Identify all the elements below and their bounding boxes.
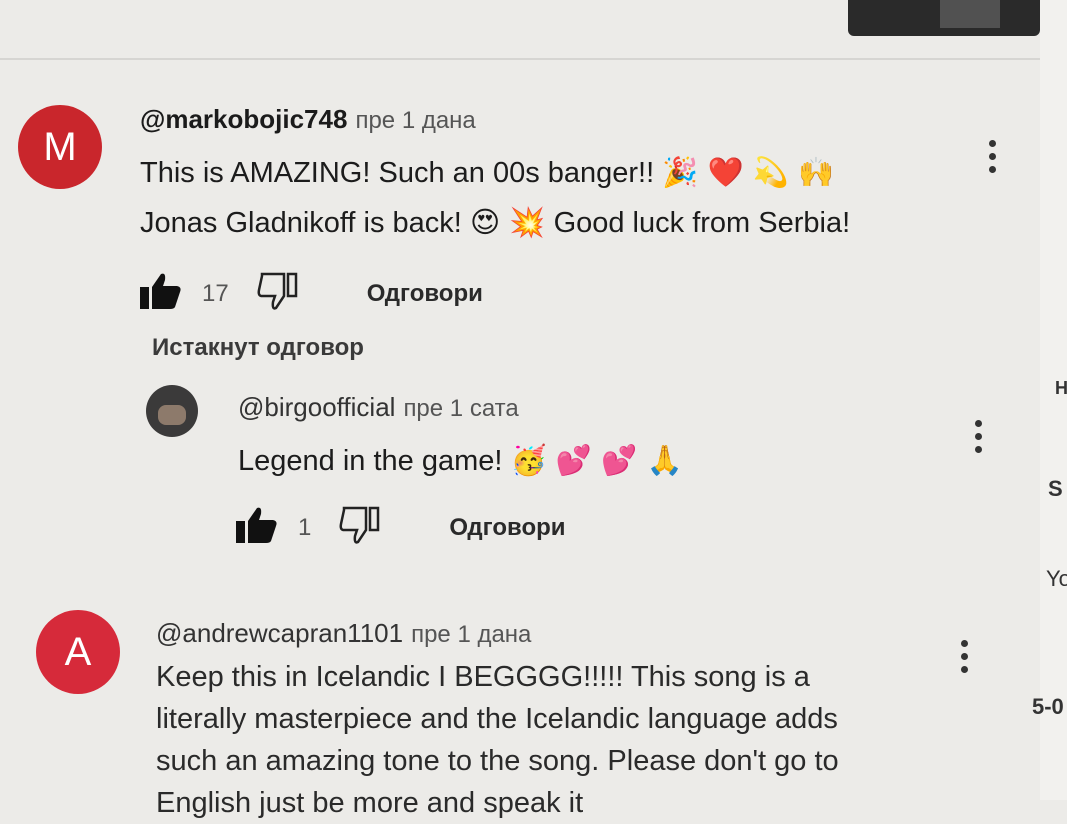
thumbs-up-icon[interactable] bbox=[236, 506, 278, 549]
comment-author[interactable]: @markobojic748 bbox=[140, 104, 347, 134]
sidebar-fragment: 5-0 bbox=[1032, 694, 1064, 719]
comment-header: @markobojic748 пре 1 дана bbox=[140, 104, 476, 135]
right-sidebar-edge bbox=[1040, 0, 1067, 800]
comment-author[interactable]: @andrewcapran1101 bbox=[156, 618, 403, 648]
avatar[interactable] bbox=[146, 385, 198, 437]
thumbs-up-icon[interactable] bbox=[140, 272, 182, 315]
like-count: 1 bbox=[298, 513, 312, 541]
more-vert-icon[interactable] bbox=[958, 640, 970, 673]
avatar[interactable]: M bbox=[18, 105, 102, 189]
more-vert-icon[interactable] bbox=[972, 420, 984, 453]
reply-button[interactable]: Одговори bbox=[449, 514, 565, 542]
reply-button[interactable]: Одговори bbox=[367, 280, 483, 308]
video-thumbnail[interactable] bbox=[848, 0, 1040, 36]
avatar-letter: M bbox=[43, 124, 77, 169]
comment-text-line: This is AMAZING! Such an 00s banger!! 🎉 … bbox=[140, 155, 835, 189]
comment-time[interactable]: пре 1 дана bbox=[355, 107, 475, 134]
thumbs-down-icon[interactable] bbox=[339, 506, 381, 549]
reply-text: Legend in the game! 🥳 💕 💕 🙏 bbox=[238, 443, 683, 477]
reply-time[interactable]: пре 1 сата bbox=[403, 395, 518, 422]
more-vert-icon[interactable] bbox=[986, 140, 998, 173]
divider bbox=[0, 58, 1067, 60]
comment-text-line: English just be more and speak it bbox=[156, 787, 584, 819]
comment-text-line: literally masterpiece and the Icelandic … bbox=[156, 703, 838, 735]
avatar-letter: A bbox=[64, 629, 92, 674]
thumbs-down-icon[interactable] bbox=[257, 272, 299, 315]
sidebar-fragment: Yo bbox=[1046, 566, 1067, 591]
sidebar-fragment: S bbox=[1048, 476, 1063, 501]
reply-actions: 1 Одговори bbox=[236, 506, 566, 549]
sidebar-fragment: H bbox=[1055, 378, 1067, 398]
comment-header: @andrewcapran1101 пре 1 дана bbox=[156, 618, 531, 649]
avatar[interactable]: A bbox=[36, 610, 120, 694]
reply-author[interactable]: @birgoofficial bbox=[238, 392, 395, 422]
comment-text-line: Keep this in Icelandic I BEGGGG!!!!! Thi… bbox=[156, 661, 810, 693]
comment-text-line: such an amazing tone to the song. Please… bbox=[156, 745, 839, 777]
comment-text-line: Jonas Gladnikoff is back! 😍 💥 Good luck … bbox=[140, 205, 851, 239]
reply-header: @birgoofficial пре 1 сата bbox=[238, 392, 519, 423]
like-count: 17 bbox=[202, 279, 229, 307]
comment-time[interactable]: пре 1 дана bbox=[411, 621, 531, 648]
comment-actions: 17 Одговори bbox=[140, 272, 483, 315]
highlighted-reply-label: Истакнут одговор bbox=[152, 334, 364, 361]
